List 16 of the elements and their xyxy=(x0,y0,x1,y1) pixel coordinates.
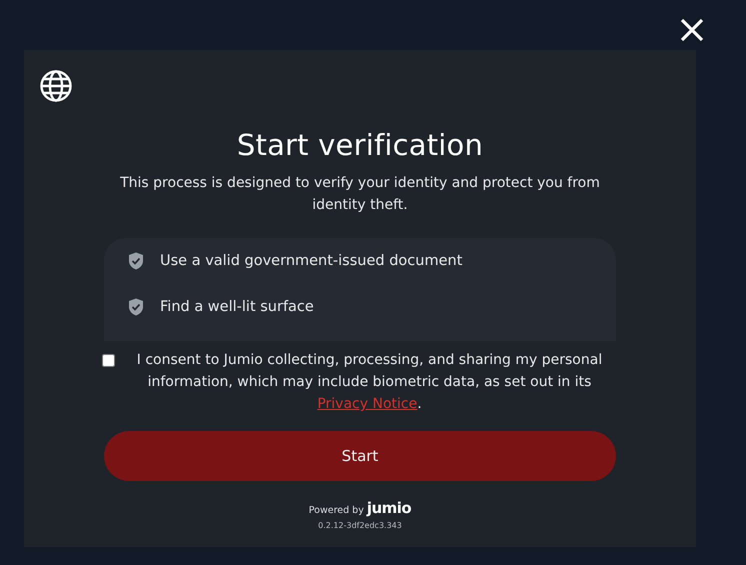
requirement-text: Use a valid government-issued document xyxy=(160,253,462,269)
start-button[interactable]: Start xyxy=(104,431,616,481)
consent-text: I consent to Jumio collecting, processing, and sharing my personal information, which may include biometric data, as set out in its Privacy Notice. xyxy=(136,351,604,414)
language-button[interactable] xyxy=(40,70,72,102)
shield-check-icon xyxy=(128,298,144,316)
description-text: This process is designed to verify your identity and protect you from identity theft. xyxy=(119,174,601,215)
shield-check-icon xyxy=(128,252,144,270)
version-text: 0.2.12-3df2edc3.343 xyxy=(318,521,402,530)
close-icon xyxy=(680,18,704,42)
close-button[interactable] xyxy=(680,18,704,42)
powered-by-text: Powered by xyxy=(308,505,364,516)
consent-checkbox[interactable] xyxy=(102,354,115,367)
requirement-text: Find a well-lit surface xyxy=(160,299,314,315)
globe-icon xyxy=(40,70,72,102)
dialog-title: Start verification xyxy=(236,128,484,162)
brand-logo: jumio xyxy=(366,499,412,517)
